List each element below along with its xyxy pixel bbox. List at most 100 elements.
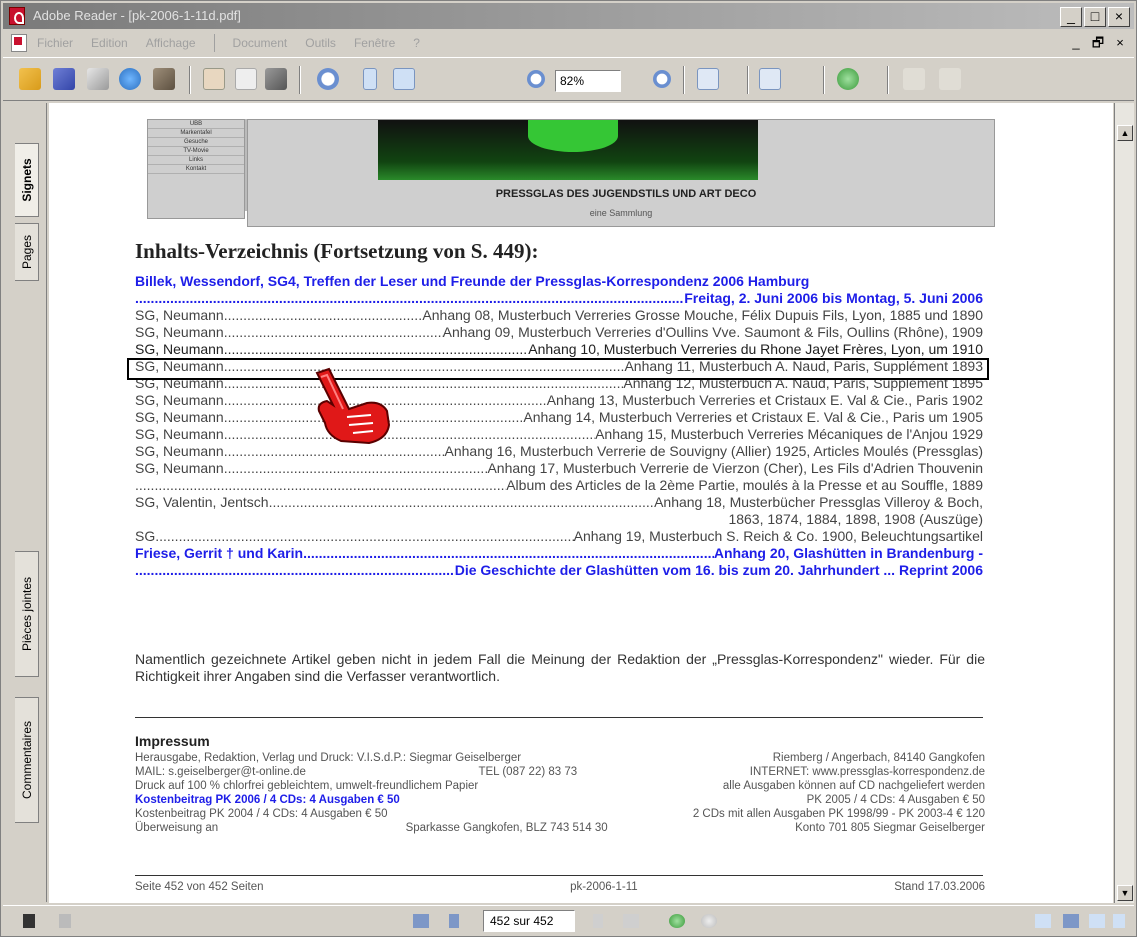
toc-dot-leader <box>224 307 423 324</box>
fit-page-icon[interactable] <box>363 68 377 90</box>
menu-fichier[interactable]: Fichier <box>37 31 73 55</box>
last-page-icon[interactable] <box>623 914 639 928</box>
zoom-dropdown-icon[interactable] <box>635 68 645 90</box>
page-size-icon[interactable] <box>59 914 71 928</box>
email-icon[interactable] <box>119 68 141 90</box>
toc-entry-author: SG, Neumann <box>135 426 224 442</box>
impressum-text: alle Ausgaben können auf CD nachgeliefer… <box>722 780 985 792</box>
toc-title: Inhalts-Verzeichnis (Fortsetzung von S. … <box>135 239 539 263</box>
panel-toggle-icon[interactable] <box>23 914 35 928</box>
doc-minimize-button[interactable]: _ <box>1066 33 1086 53</box>
menu-document[interactable]: Document <box>233 31 288 55</box>
toolbar-separator <box>299 66 301 94</box>
toc-entry-author: SG, Neumann <box>135 443 224 459</box>
impressum-line: Überweisung an Sparkasse Gangkofen, BLZ 7… <box>135 821 985 835</box>
toc-entry-title: Die Geschichte der Glashütten vom 16. bi… <box>454 562 983 578</box>
highlight-box <box>127 358 989 380</box>
toc-entry-title: Anhang 15, Musterbuch Verreries Mécaniqu… <box>595 426 983 442</box>
toolbar-separator <box>747 66 749 94</box>
toolbar-separator <box>189 66 191 94</box>
impressum-text: Sparkasse Gangkofen, BLZ 743 514 30 <box>405 822 608 834</box>
toc-entry: Die Geschichte der Glashütten vom 16. bi… <box>135 562 983 579</box>
window-controls: _ □ × <box>1060 7 1130 27</box>
disclaimer-note: Namentlich gezeichnete Artikel geben nic… <box>135 651 985 684</box>
toc-entry-author: Friese, Gerrit † und Karin <box>135 545 304 561</box>
toc-dot-leader <box>135 477 506 494</box>
menu-fenetre[interactable]: Fenêtre <box>354 31 395 55</box>
single-page-icon[interactable] <box>1035 914 1051 928</box>
save-icon[interactable] <box>53 68 75 90</box>
next-view-icon[interactable] <box>701 914 717 928</box>
tab-commentaires[interactable]: Commentaires <box>15 697 39 823</box>
previous-page-icon[interactable] <box>449 914 459 928</box>
toolbar-separator <box>823 66 825 94</box>
adobe-reader-icon <box>9 7 25 25</box>
toc-entry-author: SG, Neumann <box>135 460 224 476</box>
continuous-icon[interactable] <box>1063 914 1079 928</box>
facing-icon[interactable] <box>1089 914 1105 928</box>
toc-entry: SG, Neumann Anhang 09, Musterbuch Verreri… <box>135 324 983 341</box>
menu-bar: Fichier Edition Affichage Document Outil… <box>3 31 1134 55</box>
first-page-icon[interactable] <box>413 914 429 928</box>
zoom-out-minus-icon[interactable] <box>527 70 545 88</box>
tab-pages[interactable]: Pages <box>15 223 39 281</box>
banner-subtitle: eine Sammlung <box>589 208 653 218</box>
zoom-in-icon[interactable] <box>317 68 339 90</box>
tab-pieces-jointes[interactable]: Pièces jointes <box>15 551 39 677</box>
impressum-text: Überweisung an <box>135 822 219 834</box>
toc-dot-leader <box>135 290 684 307</box>
continuous-facing-icon[interactable] <box>1113 914 1125 928</box>
banner-nav-item: Kontakt <box>148 165 244 174</box>
previous-view-icon[interactable] <box>669 914 685 928</box>
banner: PRESSGLAS DES JUGENDSTILS UND ART DECO e… <box>247 119 995 227</box>
toc-entry-title: Anhang 18, Musterbücher Pressglas Viller… <box>654 494 983 510</box>
toc-entry-author: SG, Neumann <box>135 307 224 323</box>
document-view[interactable]: UBB Markentafel Gesuche TV-Movie Links K… <box>49 103 1113 903</box>
toc-dot-leader <box>224 324 443 341</box>
pages-view-icon[interactable] <box>759 68 781 90</box>
toc-entry-title: Anhang 17, Musterbuch Verrerie de Vierzo… <box>487 460 983 476</box>
toc-entry: SG, Neumann Anhang 13, Musterbuch Verreri… <box>135 392 983 409</box>
banner-glass-image <box>378 120 758 180</box>
footer-date: Stand 17.03.2006 <box>894 881 985 893</box>
hand-tool-icon[interactable] <box>203 68 225 90</box>
minimize-button[interactable]: _ <box>1060 7 1082 27</box>
toc-entry: 1863, 1874, 1884, 1898, 1908 (Auszüge) <box>135 511 983 528</box>
search-icon[interactable] <box>153 68 175 90</box>
doc-restore-button[interactable]: 🗗 <box>1088 33 1108 53</box>
close-button[interactable]: × <box>1108 7 1130 27</box>
menu-outils[interactable]: Outils <box>305 31 336 55</box>
select-text-icon[interactable] <box>235 68 257 90</box>
vertical-scrollbar[interactable]: ▲ ▼ <box>1114 103 1134 903</box>
back-icon[interactable] <box>903 68 925 90</box>
toc-dot-leader <box>303 545 714 562</box>
menu-help[interactable]: ? <box>413 31 420 55</box>
impressum-text: 2 CDs mit allen Ausgaben PK 1998/99 - PK… <box>692 808 985 820</box>
scroll-down-arrow-icon[interactable]: ▼ <box>1117 885 1133 901</box>
maximize-button[interactable]: □ <box>1084 7 1106 27</box>
tab-signets[interactable]: Signets <box>15 143 39 217</box>
scroll-up-arrow-icon[interactable]: ▲ <box>1117 125 1133 141</box>
impressum-line: Kostenbeitrag PK 2006 / 4 CDs: 4 Ausgabe… <box>135 793 985 807</box>
zoom-in-plus-icon[interactable] <box>653 70 671 88</box>
banner-nav-item: Markentafel <box>148 129 244 138</box>
title-bar: Adobe Reader - [pk-2006-1-11d.pdf] _ □ × <box>3 3 1134 29</box>
page-number-input[interactable]: 452 sur 452 <box>483 910 575 932</box>
doc-close-button[interactable]: × <box>1110 33 1130 53</box>
snapshot-icon[interactable] <box>265 68 287 90</box>
impressum-text: Kostenbeitrag PK 2006 / 4 CDs: 4 Ausgabe… <box>135 794 400 806</box>
rotate-icon[interactable] <box>697 68 719 90</box>
toolbar-separator <box>887 66 889 94</box>
next-page-icon[interactable] <box>593 914 603 928</box>
menu-affichage[interactable]: Affichage <box>146 31 196 55</box>
impressum-text: Konto 701 805 Siegmar Geiselberger <box>795 822 985 834</box>
menu-edition[interactable]: Edition <box>91 31 128 55</box>
open-icon[interactable] <box>19 68 41 90</box>
help-icon[interactable] <box>837 68 859 90</box>
print-icon[interactable] <box>87 68 109 90</box>
toc-dot-leader <box>224 426 595 443</box>
document-icon[interactable] <box>11 34 27 52</box>
fit-width-icon[interactable] <box>393 68 415 90</box>
zoom-level-input[interactable]: 82% <box>555 70 621 92</box>
forward-icon[interactable] <box>939 68 961 90</box>
